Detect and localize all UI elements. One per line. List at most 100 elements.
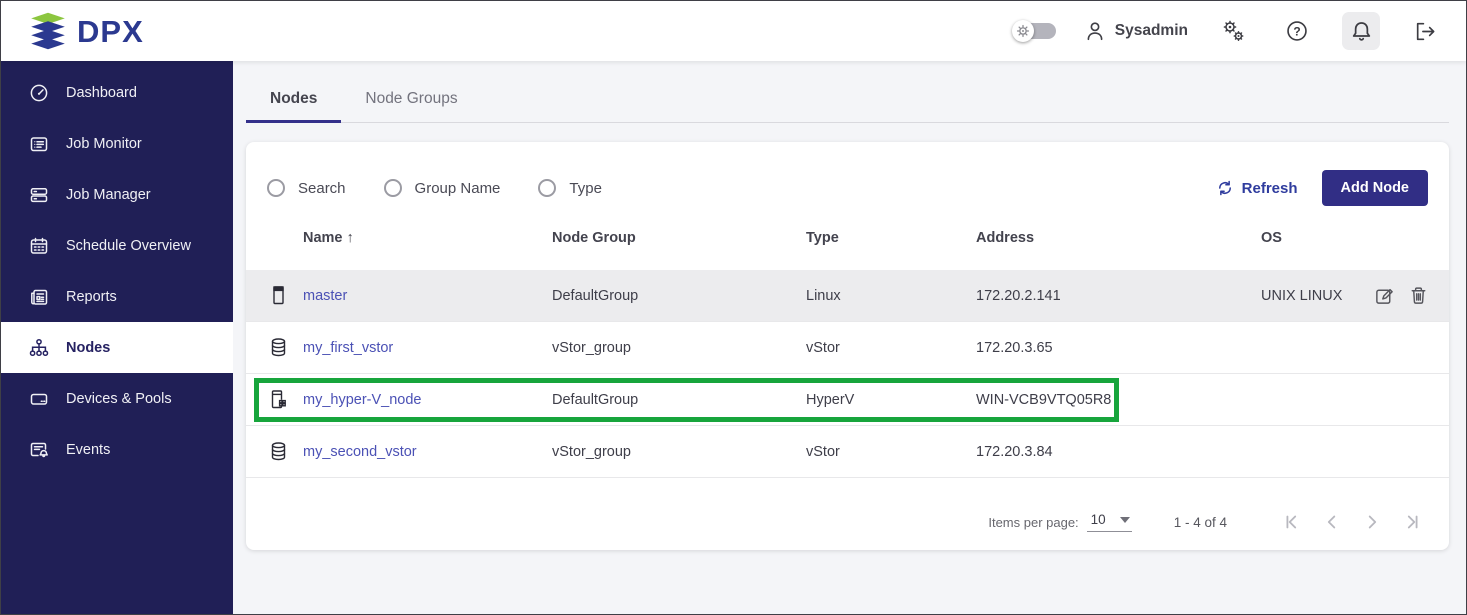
sidebar-item-job-manager[interactable]: Job Manager — [1, 169, 233, 220]
add-node-button[interactable]: Add Node — [1322, 170, 1428, 206]
sidebar-item-reports[interactable]: Reports — [1, 271, 233, 322]
dashboard-icon — [29, 83, 49, 103]
svg-text:?: ? — [1293, 25, 1300, 39]
devices-icon — [29, 389, 49, 409]
server-tower-icon — [269, 285, 303, 306]
column-header-node-group[interactable]: Node Group — [552, 230, 806, 246]
type-cell: vStor — [806, 444, 976, 460]
type-cell: vStor — [806, 340, 976, 356]
job-manager-icon — [29, 185, 49, 205]
nodes-panel: Search Group Name Type — [246, 142, 1449, 550]
tab-label: Nodes — [270, 90, 317, 108]
node-group-cell: vStor_group — [552, 444, 806, 460]
filter-row: Search Group Name Type — [246, 170, 1449, 206]
tab-bar: Nodes Node Groups — [246, 76, 1449, 123]
job-monitor-icon — [29, 134, 49, 154]
help-icon: ? — [1285, 19, 1309, 43]
table-header: Name ↑ Node Group Type Address OS — [246, 206, 1449, 270]
logo-layers-icon — [27, 11, 69, 51]
sidebar-item-label: Job Monitor — [66, 136, 142, 152]
node-name-link[interactable]: my_second_vstor — [303, 444, 552, 460]
refresh-button[interactable]: Refresh — [1216, 179, 1298, 197]
logout-button[interactable] — [1406, 12, 1444, 50]
sidebar-item-events[interactable]: Events — [1, 424, 233, 475]
radio-circle[interactable] — [384, 179, 402, 197]
sidebar-item-label: Reports — [66, 289, 117, 305]
radio-label: Type — [569, 180, 602, 197]
dark-mode-toggle[interactable] — [1012, 20, 1058, 42]
user-icon — [1084, 20, 1106, 42]
toggle-gear-icon — [1012, 20, 1034, 42]
table-row[interactable]: my_second_vstor vStor_group vStor 172.20… — [246, 426, 1449, 478]
database-icon — [269, 337, 303, 358]
radio-label: Group Name — [415, 180, 501, 197]
node-name-link[interactable]: master — [303, 288, 552, 304]
table-row[interactable]: my_hyper-V_node DefaultGroup HyperV WIN-… — [246, 374, 1449, 426]
settings-gears-icon — [1220, 18, 1246, 44]
logo: DPX — [27, 11, 144, 51]
logo-text: DPX — [77, 16, 144, 47]
sidebar: Dashboard Job Monitor Job M — [1, 61, 233, 614]
node-group-cell: vStor_group — [552, 340, 806, 356]
pagination-bar: Items per page: 10 1 - 4 of 4 — [246, 500, 1449, 544]
address-cell: 172.20.3.65 — [976, 340, 1261, 356]
logout-icon — [1413, 19, 1438, 44]
column-header-type[interactable]: Type — [806, 230, 976, 246]
edit-button[interactable] — [1374, 285, 1395, 306]
node-name-link[interactable]: my_first_vstor — [303, 340, 552, 356]
user-menu[interactable]: Sysadmin — [1084, 20, 1188, 42]
type-cell: HyperV — [806, 392, 976, 408]
column-header-address[interactable]: Address — [976, 230, 1261, 246]
address-cell: 172.20.3.84 — [976, 444, 1261, 460]
sidebar-item-devices-pools[interactable]: Devices & Pools — [1, 373, 233, 424]
refresh-icon — [1216, 179, 1234, 197]
refresh-label: Refresh — [1242, 180, 1298, 197]
previous-page-button[interactable] — [1319, 509, 1345, 535]
table-row[interactable]: my_first_vstor vStor_group vStor 172.20.… — [246, 322, 1449, 374]
events-icon — [29, 440, 49, 460]
sidebar-item-label: Events — [66, 442, 110, 458]
sidebar-item-nodes[interactable]: Nodes — [1, 322, 233, 373]
sort-ascending-icon: ↑ — [347, 230, 354, 246]
column-header-name[interactable]: Name ↑ — [303, 230, 552, 246]
type-cell: Linux — [806, 288, 976, 304]
tab-nodes[interactable]: Nodes — [246, 76, 341, 122]
reports-icon — [29, 287, 49, 307]
page-range-label: 1 - 4 of 4 — [1174, 515, 1227, 530]
column-header-os[interactable]: OS — [1261, 230, 1374, 246]
radio-search[interactable]: Search — [267, 179, 346, 197]
sidebar-item-dashboard[interactable]: Dashboard — [1, 67, 233, 118]
delete-button[interactable] — [1408, 285, 1429, 306]
radio-circle[interactable] — [267, 179, 285, 197]
radio-type[interactable]: Type — [538, 179, 602, 197]
database-icon — [269, 441, 303, 462]
main-content: Nodes Node Groups Search Group Name Ty — [233, 61, 1466, 614]
os-cell: UNIX LINUX — [1261, 288, 1374, 304]
radio-label: Search — [298, 180, 346, 197]
first-page-button[interactable] — [1279, 509, 1305, 535]
radio-group-name[interactable]: Group Name — [384, 179, 501, 197]
dropdown-caret-icon — [1120, 517, 1130, 523]
bell-icon — [1350, 20, 1373, 43]
help-button[interactable]: ? — [1278, 12, 1316, 50]
settings-button[interactable] — [1214, 12, 1252, 50]
table-row[interactable]: master DefaultGroup Linux 172.20.2.141 U… — [246, 270, 1449, 322]
notifications-button[interactable] — [1342, 12, 1380, 50]
row-actions — [1374, 285, 1429, 306]
node-name-link[interactable]: my_hyper-V_node — [303, 392, 552, 408]
node-group-cell: DefaultGroup — [552, 392, 806, 408]
sidebar-item-label: Job Manager — [66, 187, 151, 203]
next-page-button[interactable] — [1359, 509, 1385, 535]
items-per-page-label: Items per page: — [988, 515, 1078, 530]
sidebar-item-job-monitor[interactable]: Job Monitor — [1, 118, 233, 169]
sidebar-item-label: Nodes — [66, 340, 110, 356]
tab-node-groups[interactable]: Node Groups — [341, 76, 481, 122]
sidebar-item-schedule-overview[interactable]: Schedule Overview — [1, 220, 233, 271]
user-name: Sysadmin — [1115, 22, 1188, 40]
radio-circle[interactable] — [538, 179, 556, 197]
address-cell: WIN-VCB9VTQ05R8 — [976, 392, 1261, 408]
items-per-page-select[interactable]: 10 — [1087, 512, 1132, 532]
app-window: DPX Sysadmin — [0, 0, 1467, 615]
top-bar: DPX Sysadmin — [1, 1, 1466, 61]
last-page-button[interactable] — [1399, 509, 1425, 535]
